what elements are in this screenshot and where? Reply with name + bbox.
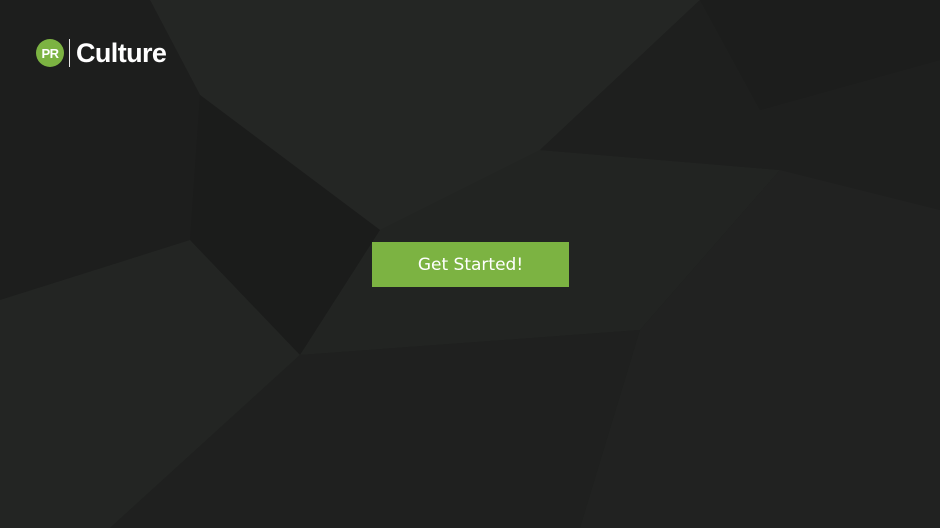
pr-culture-logo[interactable]: PR Culture: [36, 38, 167, 68]
logo-badge-text: PR: [41, 45, 59, 61]
logo-wordmark: Culture: [76, 38, 167, 68]
get-started-button[interactable]: Get Started!: [372, 242, 569, 287]
logo-divider: [69, 39, 70, 67]
get-started-label: Get Started!: [417, 254, 524, 275]
pr-badge-icon: PR: [36, 39, 64, 67]
welcome-screen: PR Culture Get Started!: [0, 0, 940, 528]
